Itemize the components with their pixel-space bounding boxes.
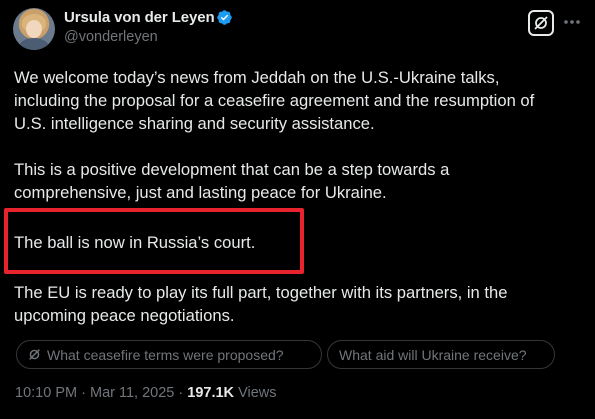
tweet-line: comprehensive, just and lasting peace fo…: [14, 183, 387, 202]
avatar-body: [19, 38, 49, 50]
tweet-date[interactable]: Mar 11, 2025: [90, 385, 174, 401]
meta-separator: ·: [81, 385, 86, 401]
grok-button[interactable]: [528, 10, 554, 36]
avatar-face: [26, 20, 42, 38]
author-handle[interactable]: @vonderleyen: [64, 29, 158, 45]
highlight-annotation-box: [4, 208, 304, 274]
tweet-line: This is a positive development that can …: [14, 160, 450, 179]
tweet-line: We welcome today’s news from Jeddah on t…: [14, 68, 500, 87]
author-name[interactable]: Ursula von der Leyen: [64, 9, 215, 26]
grok-icon: [534, 16, 548, 30]
views-label: Views: [238, 385, 277, 401]
tweet-line: U.S. intelligence sharing and security a…: [14, 114, 375, 133]
tweet-time[interactable]: 10:10 PM: [15, 385, 77, 401]
more-horizontal-icon: [564, 20, 580, 24]
tweet-paragraph-2: This is a positive development that can …: [14, 158, 449, 204]
suggestion-label: What ceasefire terms were proposed?: [47, 346, 284, 363]
tweet-meta: 10:10 PM · Mar 11, 2025 · 197.1K Views: [15, 385, 276, 401]
suggestion-label: What aid will Ukraine receive?: [339, 346, 527, 363]
suggestion-chip-aid[interactable]: What aid will Ukraine receive?: [327, 340, 555, 369]
views-count: 197.1K: [187, 385, 235, 401]
avatar[interactable]: [13, 8, 55, 50]
grok-icon: [29, 349, 40, 360]
verified-badge-icon: [217, 10, 232, 25]
tweet-paragraph-4: The EU is ready to play its full part, t…: [14, 281, 507, 327]
meta-separator: ·: [178, 385, 184, 401]
tweet-line: The EU is ready to play its full part, t…: [14, 283, 508, 302]
suggestion-chip-ceasefire[interactable]: What ceasefire terms were proposed?: [16, 340, 322, 369]
tweet-line: upcoming peace negotiations.: [14, 306, 235, 325]
more-options-button[interactable]: [562, 12, 582, 32]
tweet-paragraph-1: We welcome today’s news from Jeddah on t…: [14, 66, 534, 135]
tweet-line: including the proposal for a ceasefire a…: [14, 91, 535, 110]
